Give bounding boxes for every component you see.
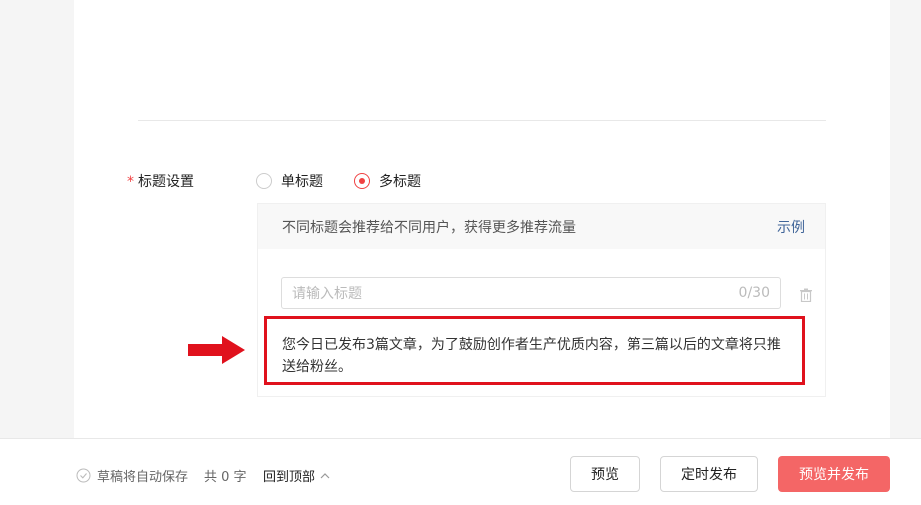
radio-circle[interactable] <box>256 173 272 189</box>
title-input[interactable]: 请输入标题 0/30 <box>281 277 781 309</box>
radio-label-multi: 多标题 <box>379 174 421 190</box>
title-input-placeholder: 请输入标题 <box>292 286 362 302</box>
title-setting-label: * 标题设置 <box>127 171 194 191</box>
preview-and-publish-button[interactable]: 预览并发布 <box>778 456 890 492</box>
publish-limit-warning: 您今日已发布3篇文章，为了鼓励创作者生产优质内容，第三篇以后的文章将只推送给粉丝… <box>264 316 805 385</box>
trash-icon[interactable] <box>799 287 813 306</box>
schedule-publish-button[interactable]: 定时发布 <box>660 456 758 492</box>
radio-multi-title[interactable]: 多标题 <box>354 171 421 191</box>
required-mark: * <box>127 174 134 190</box>
radio-single-title[interactable]: 单标题 <box>256 171 323 191</box>
autosave-status: 草稿将自动保存 <box>76 466 188 485</box>
footer-bar: 草稿将自动保存 共 0 字 回到顶部 预览 定时发布 预览并发布 <box>0 438 921 505</box>
example-link[interactable]: 示例 <box>777 217 805 237</box>
back-to-top-label: 回到顶部 <box>263 470 316 485</box>
arrow-right-icon <box>188 336 245 368</box>
word-count: 共 0 字 <box>204 470 247 485</box>
back-to-top-link[interactable]: 回到顶部 <box>263 466 330 485</box>
title-counter: 0/30 <box>738 285 770 301</box>
autosave-text: 草稿将自动保存 <box>97 470 189 485</box>
title-setting-text: 标题设置 <box>138 174 194 190</box>
panel-header: 不同标题会推荐给不同用户，获得更多推荐流量 示例 <box>258 204 825 249</box>
section-divider <box>138 120 826 121</box>
radio-circle-checked[interactable] <box>354 173 370 189</box>
preview-button[interactable]: 预览 <box>570 456 640 492</box>
check-circle-icon <box>76 468 91 483</box>
panel-hint: 不同标题会推荐给不同用户，获得更多推荐流量 <box>282 219 576 236</box>
chevron-up-icon <box>320 473 330 479</box>
radio-label-single: 单标题 <box>281 174 323 190</box>
